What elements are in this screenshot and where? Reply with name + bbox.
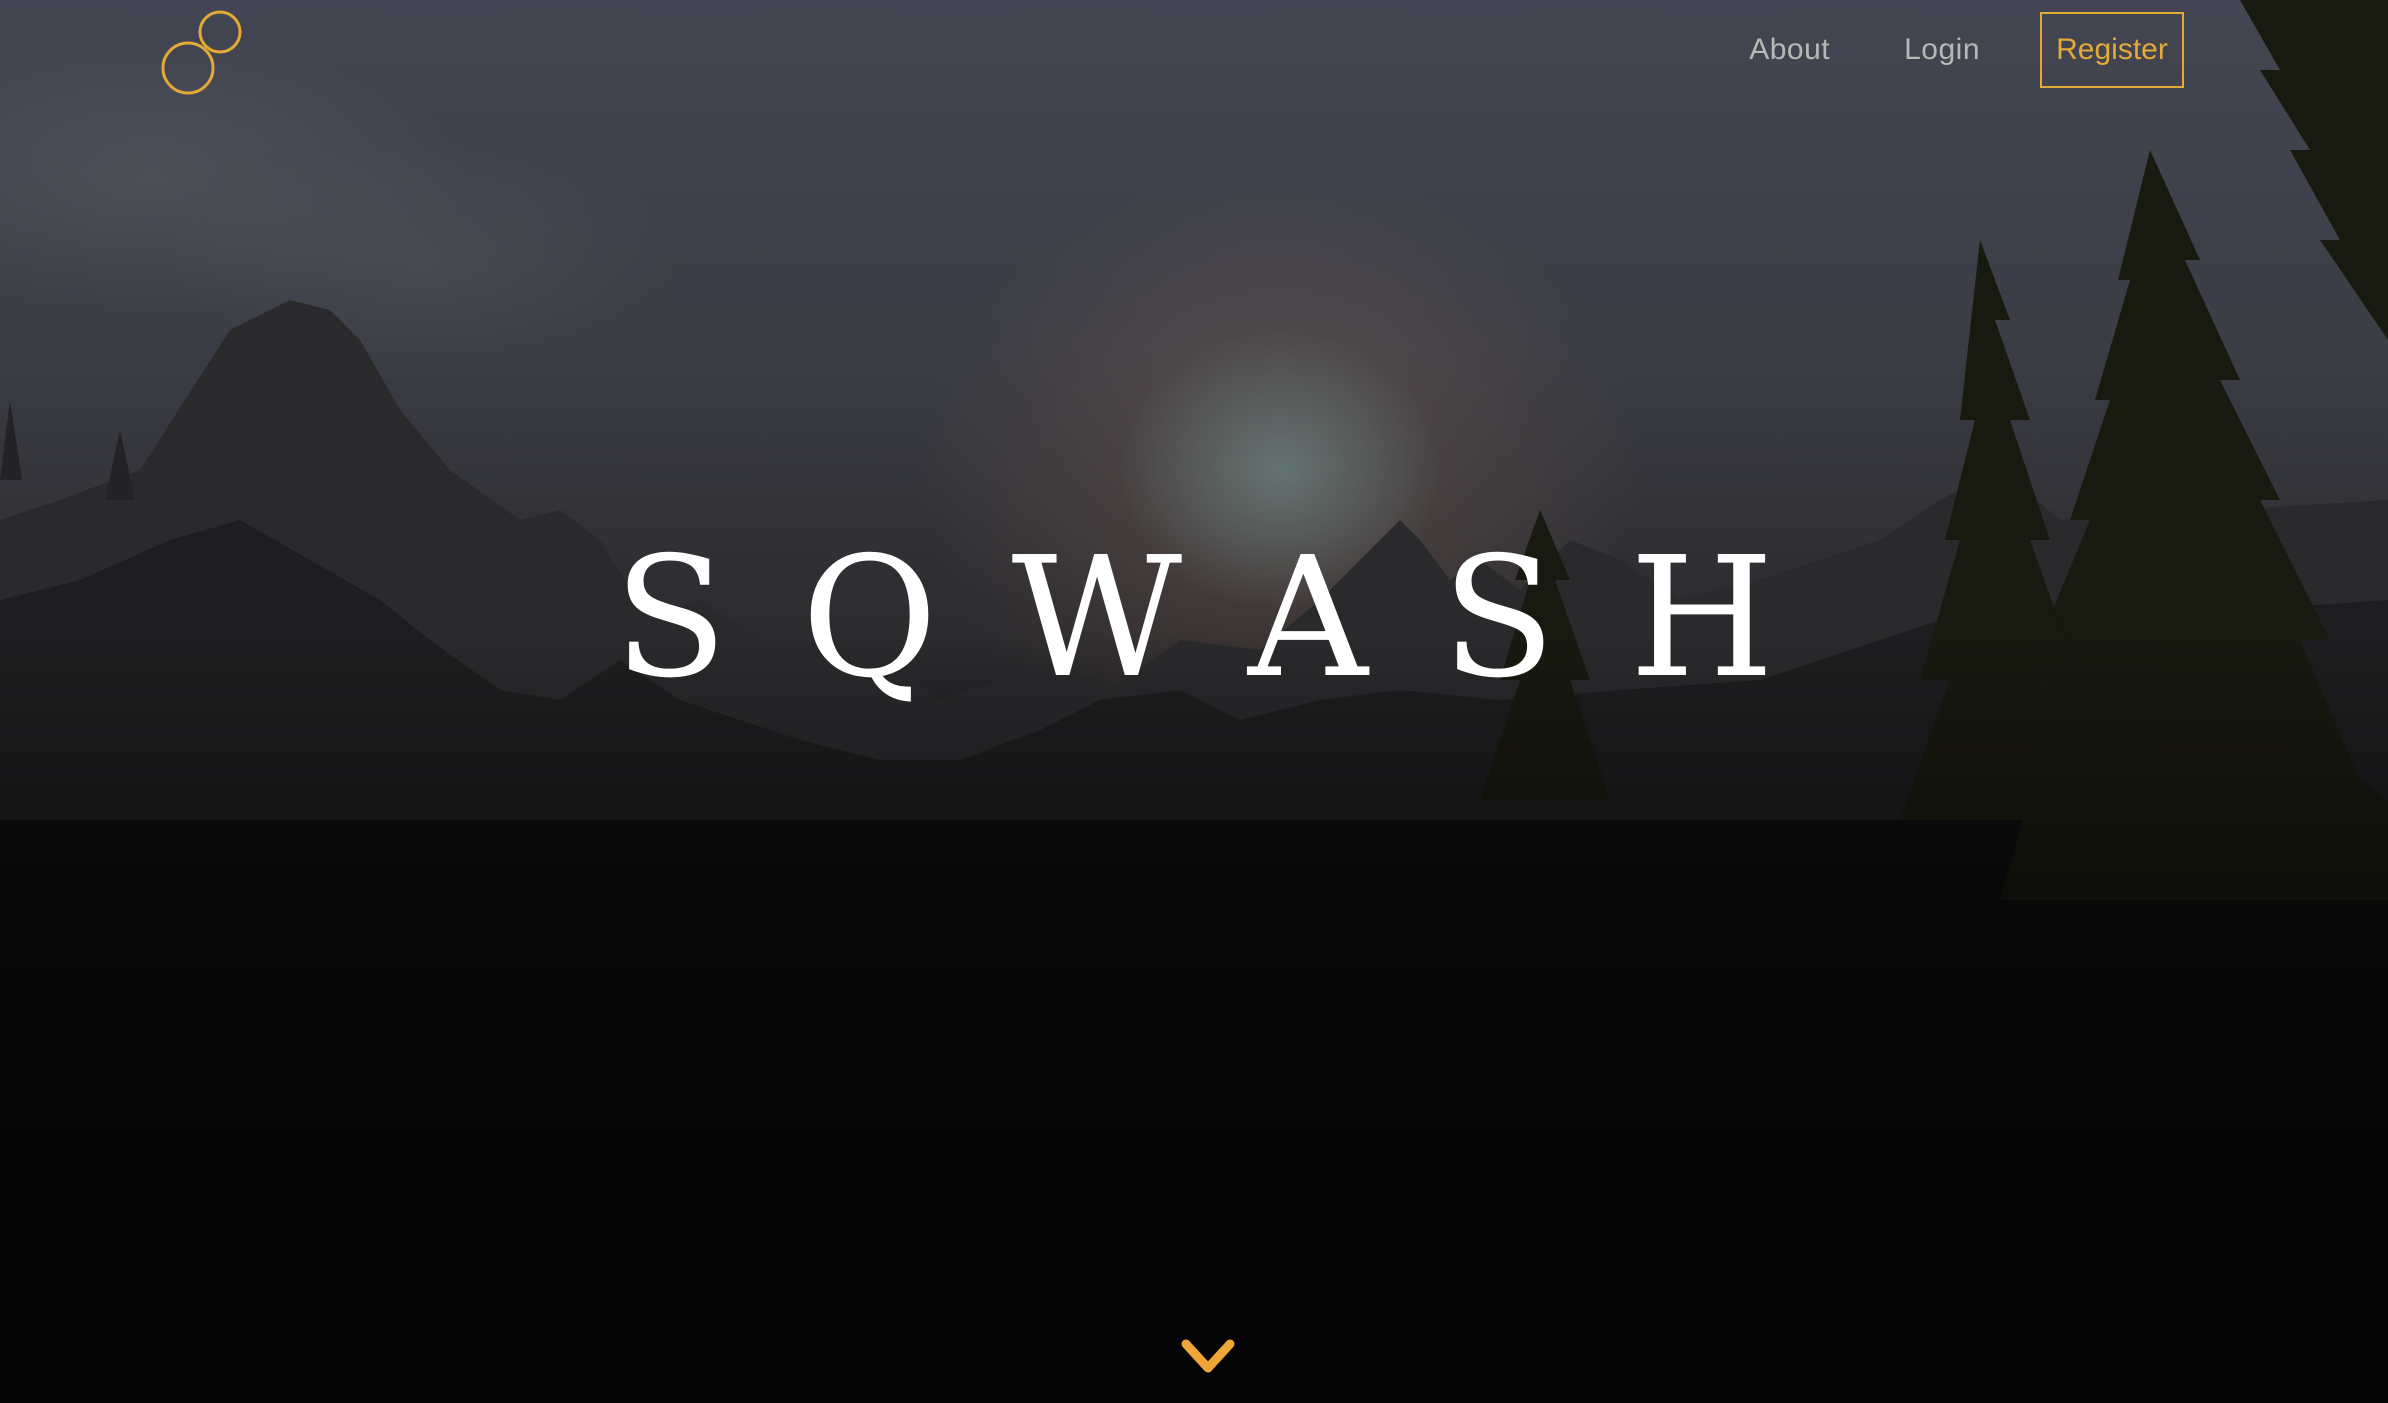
hero-title: SQWASH xyxy=(613,522,1849,715)
nav-link-about[interactable]: About xyxy=(1749,33,1830,67)
chevron-down-icon[interactable] xyxy=(1180,1338,1236,1376)
linked-rings-logo-icon[interactable] xyxy=(160,6,246,96)
nav-link-login[interactable]: Login xyxy=(1904,33,1980,67)
top-nav: About Login Register xyxy=(1749,10,2184,90)
register-button[interactable]: Register xyxy=(2040,12,2184,88)
landing-page: About Login Register SQWASH xyxy=(0,0,2388,1403)
